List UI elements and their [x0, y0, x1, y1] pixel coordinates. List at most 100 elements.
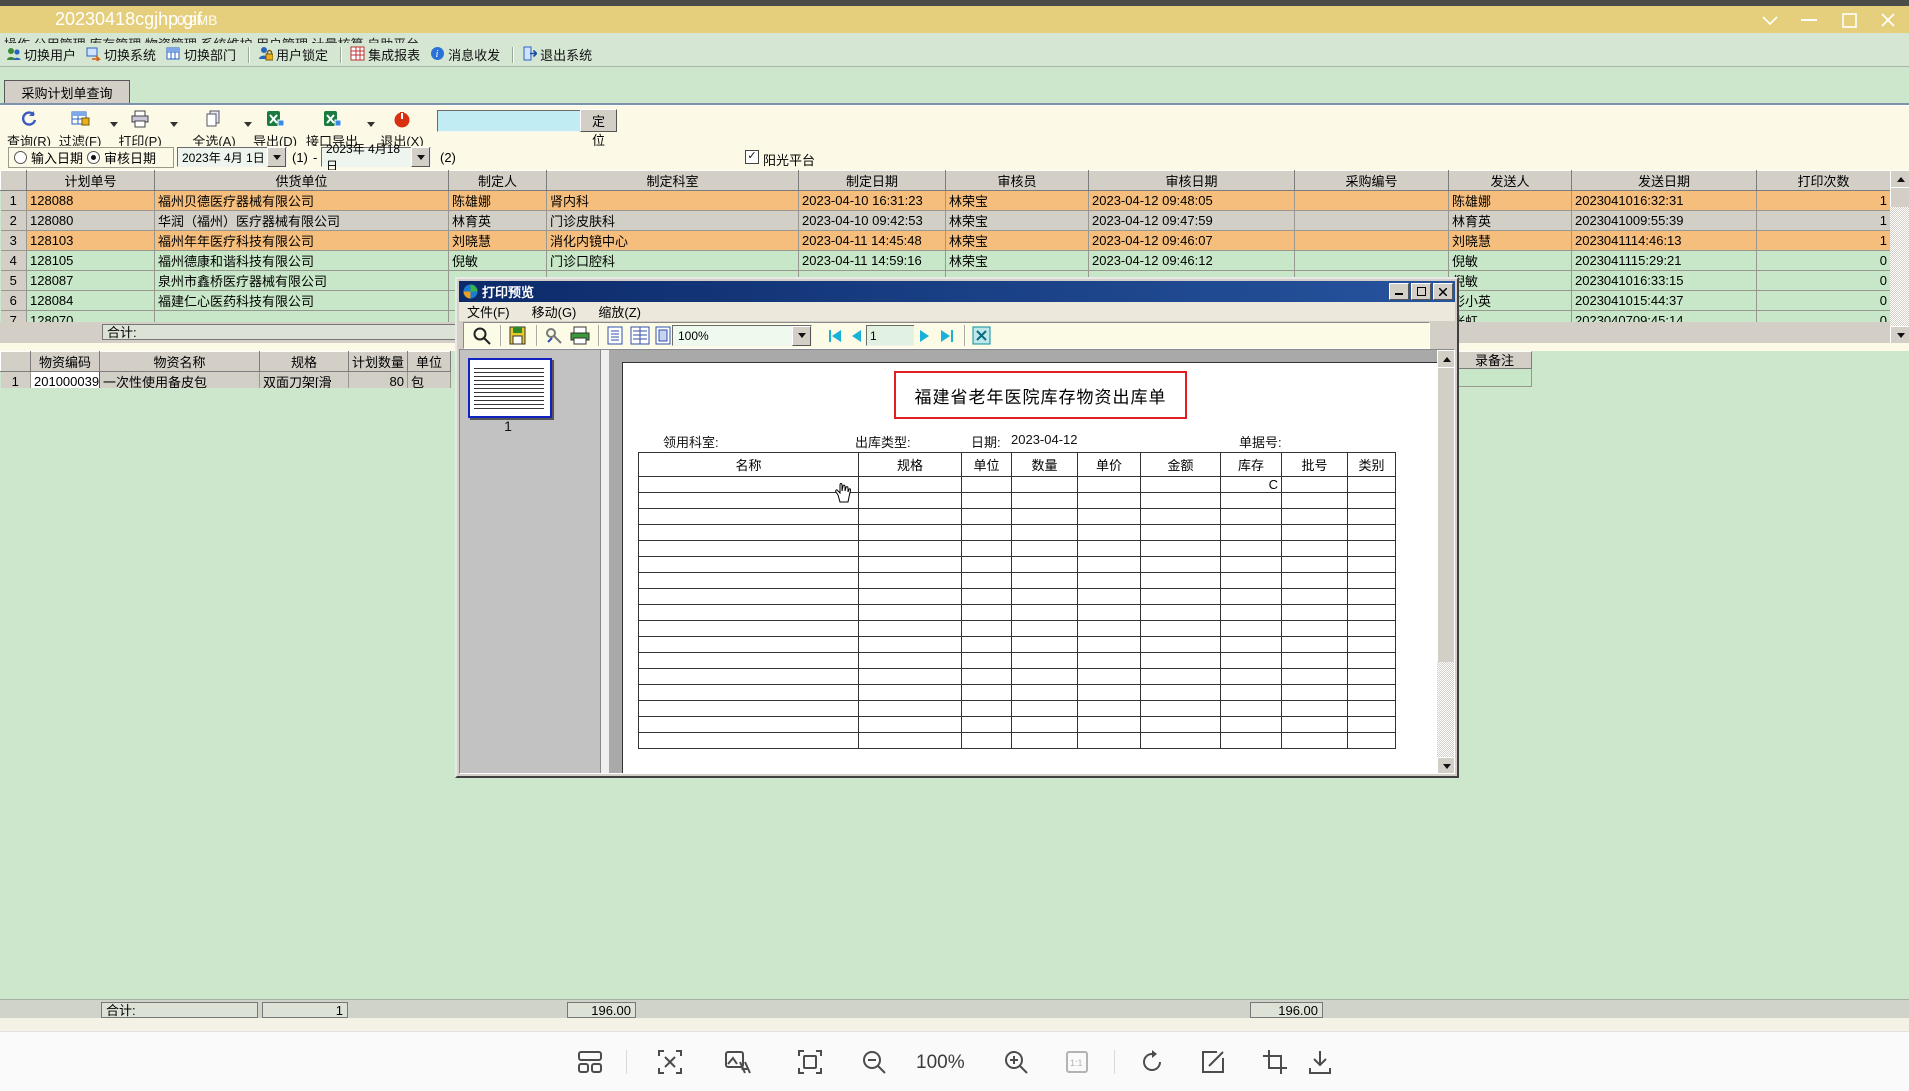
table-cell[interactable]: 2023-04-10 09:42:53	[798, 210, 946, 231]
dialog-close-button[interactable]	[1433, 283, 1453, 300]
zoom-in-icon[interactable]	[1002, 1048, 1030, 1076]
table-cell[interactable]: 1	[1756, 190, 1890, 211]
table-cell[interactable]: 0	[1756, 250, 1890, 271]
table-cell[interactable]: 门诊皮肤科	[546, 210, 799, 231]
table-cell[interactable]: 倪敏	[448, 250, 547, 271]
table-cell[interactable]: 128087	[26, 270, 155, 291]
table-cell[interactable]	[1294, 190, 1449, 211]
next-page-button[interactable]	[914, 325, 935, 346]
menu-zoom[interactable]: 缩放(Z)	[598, 302, 641, 321]
table-cell[interactable]	[1294, 250, 1449, 271]
app-toolbar-item-切换用户[interactable]: 切换用户	[6, 45, 76, 64]
input-date-radio[interactable]	[14, 151, 27, 164]
query-toolbar-button-导出(D)[interactable]: 导出(D)	[250, 108, 300, 149]
locate-input[interactable]	[437, 110, 583, 132]
menu-file[interactable]: 文件(F)	[467, 302, 510, 321]
table-cell[interactable]: 刘晓慧	[1448, 230, 1572, 251]
print-icon[interactable]	[570, 326, 590, 345]
print-preview-titlebar[interactable]: 打印预览	[459, 281, 1455, 302]
table-cell[interactable]: 2023041009:55:39	[1571, 210, 1757, 231]
app-toolbar-item-切换系统[interactable]: 切换系统	[86, 45, 156, 64]
table-cell[interactable]: 肾内科	[546, 190, 799, 211]
one-to-one-icon[interactable]: 1:1	[1063, 1048, 1091, 1076]
tab-purchase-plan-query[interactable]: 采购计划单查询	[4, 80, 130, 104]
dialog-maximize-button[interactable]	[1411, 283, 1431, 300]
app-toolbar-item-集成报表[interactable]: 集成报表	[350, 45, 420, 64]
table-cell[interactable]: 1	[0, 190, 27, 211]
edit-icon[interactable]	[1199, 1048, 1227, 1076]
preview-scroll-track[interactable]	[1437, 662, 1454, 757]
table-cell[interactable]: 彭小英	[1448, 290, 1572, 311]
table-cell[interactable]: 倪敏	[1448, 270, 1572, 291]
prev-page-button[interactable]	[846, 325, 867, 346]
date-to-dropdown-icon[interactable]	[411, 147, 430, 167]
app-toolbar-item-用户锁定[interactable]: 用户锁定	[258, 45, 328, 64]
crop-icon[interactable]	[1261, 1048, 1289, 1076]
table-cell[interactable]: 福州德康和谐科技有限公司	[154, 250, 449, 271]
translate-icon[interactable]	[723, 1048, 751, 1076]
table-cell[interactable]: 2023-04-12 09:46:12	[1088, 250, 1295, 271]
query-toolbar-button-过滤(F)[interactable]: 过滤(F)	[56, 108, 104, 149]
query-toolbar-button-全选(A)[interactable]: 全选(A)	[190, 108, 238, 149]
table-cell[interactable]: 0	[1756, 290, 1890, 311]
table-cell[interactable]: 2023041016:32:31	[1571, 190, 1757, 211]
first-page-button[interactable]	[824, 325, 845, 346]
query-toolbar-button-退出(X)[interactable]: 退出(X)	[378, 108, 426, 149]
table-cell[interactable]: 林荣宝	[945, 210, 1089, 231]
table-cell[interactable]: 128103	[26, 230, 155, 251]
table-cell[interactable]: 倪敏	[1448, 250, 1572, 271]
table-cell[interactable]: 2023-04-11 14:45:48	[798, 230, 946, 251]
table-cell[interactable]	[1294, 210, 1449, 231]
scroll-thumb[interactable]	[1890, 187, 1909, 209]
close-button[interactable]	[1873, 9, 1903, 31]
preview-scroll-down-icon[interactable]	[1437, 757, 1454, 773]
table-cell[interactable]: 陈雄娜	[1448, 190, 1572, 211]
ocr-text-icon[interactable]	[656, 1048, 684, 1076]
preview-scroll-thumb[interactable]	[1437, 367, 1454, 664]
magnifier-icon[interactable]	[472, 326, 492, 345]
table-cell[interactable]: 2023-04-12 09:46:07	[1088, 230, 1295, 251]
table-cell[interactable]: 2023041016:33:15	[1571, 270, 1757, 291]
table-cell[interactable]: 2023-04-11 14:59:16	[798, 250, 946, 271]
table-cell[interactable]: 林育英	[1448, 210, 1572, 231]
table-cell[interactable]: 2	[0, 210, 27, 231]
table-cell[interactable]: 2023-04-12 09:48:05	[1088, 190, 1295, 211]
table-cell[interactable]: 2023041114:46:13	[1571, 230, 1757, 251]
table-cell[interactable]: 2023041015:44:37	[1571, 290, 1757, 311]
dropdown-arrow-icon[interactable]	[367, 122, 375, 127]
table-cell[interactable]: 0	[1756, 270, 1890, 291]
preview-zoom-combo[interactable]: 100%	[672, 325, 812, 346]
app-toolbar-item-切换部门[interactable]: 切换部门	[166, 45, 236, 64]
table-cell[interactable]: 5	[0, 270, 27, 291]
query-toolbar-button-打印(P)[interactable]: 打印(P)	[116, 108, 164, 149]
app-toolbar-item-退出系统[interactable]: 退出系统	[522, 45, 592, 64]
table-cell[interactable]: 128088	[26, 190, 155, 211]
table-cell[interactable]: 1	[1756, 210, 1890, 231]
menu-move[interactable]: 移动(G)	[532, 302, 577, 321]
thumbnails-icon[interactable]	[576, 1048, 604, 1076]
preview-zoom-dropdown-icon[interactable]	[792, 325, 811, 346]
download-icon[interactable]	[1306, 1048, 1334, 1076]
last-page-button[interactable]	[936, 325, 957, 346]
table-cell[interactable]: 林育英	[448, 210, 547, 231]
dialog-minimize-button[interactable]	[1389, 283, 1409, 300]
page-layout-1-icon[interactable]	[606, 326, 626, 345]
table-cell[interactable]: 128105	[26, 250, 155, 271]
rotate-icon[interactable]	[1138, 1048, 1166, 1076]
fit-screen-icon[interactable]	[796, 1048, 824, 1076]
preview-scrollbar[interactable]	[1437, 350, 1454, 773]
table-cell[interactable]: 林荣宝	[945, 250, 1089, 271]
audit-date-radio[interactable]	[87, 151, 101, 164]
table-cell[interactable]: 消化内镜中心	[546, 230, 799, 251]
table-cell[interactable]: 128084	[26, 290, 155, 311]
page-layout-2-icon[interactable]	[630, 326, 650, 345]
sunshine-platform-checkbox[interactable]: ✓	[745, 150, 759, 164]
table-cell[interactable]: 2023041115:29:21	[1571, 250, 1757, 271]
table-cell[interactable]: 6	[0, 290, 27, 311]
table-cell[interactable]: 华润（福州）医疗器械有限公司	[154, 210, 449, 231]
zoom-out-icon[interactable]	[860, 1048, 888, 1076]
date-to-picker[interactable]: 2023年 4月18日	[321, 142, 431, 173]
table-cell[interactable]: 128080	[26, 210, 155, 231]
table-cell[interactable]: 福州贝德医疗器械有限公司	[154, 190, 449, 211]
dropdown-arrow-icon[interactable]	[170, 122, 178, 127]
